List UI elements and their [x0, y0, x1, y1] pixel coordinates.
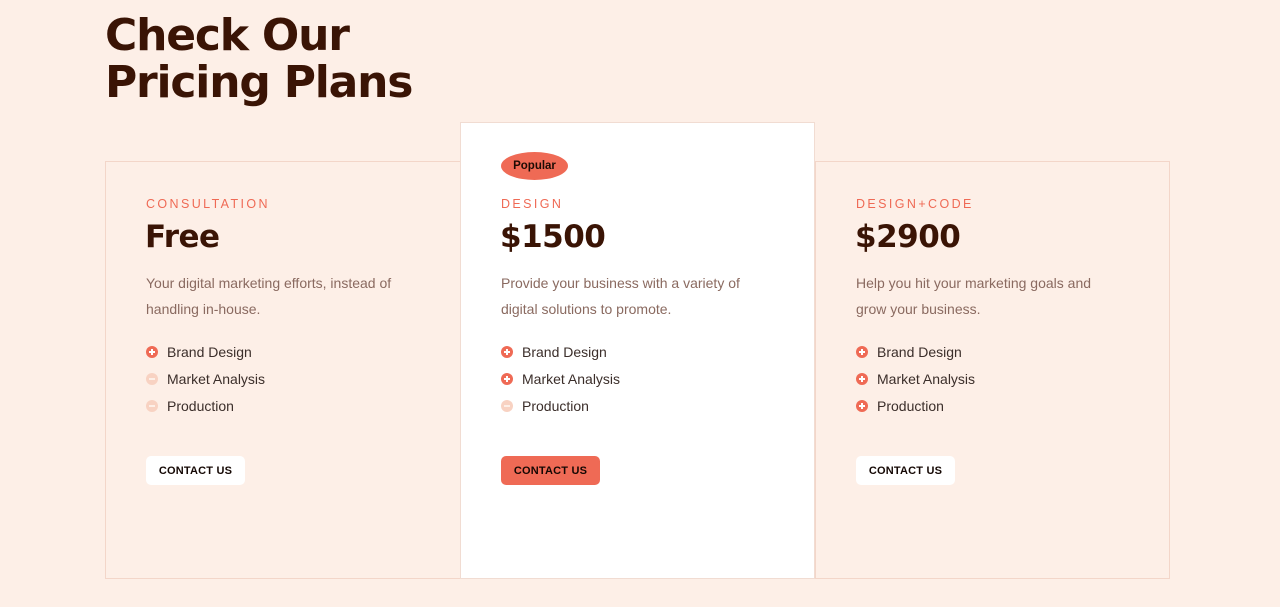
plan-price: $1500	[500, 219, 606, 255]
feature-label: Market Analysis	[167, 370, 266, 387]
feature-label: Brand Design	[167, 343, 252, 360]
feature-item: Production	[146, 392, 265, 419]
feature-list: Brand Design Market Analysis Production	[856, 338, 975, 419]
minus-circle-icon	[501, 399, 513, 412]
pricing-section: Check Our Pricing Plans CONSULTATION Fre…	[0, 0, 1280, 607]
contact-us-button[interactable]: CONTACT US	[146, 456, 245, 485]
plan-description: Your digital marketing efforts, instead …	[146, 275, 392, 317]
feature-label: Brand Design	[877, 343, 962, 360]
feature-item: Market Analysis	[146, 365, 265, 392]
plan-price: Free	[145, 219, 220, 255]
minus-circle-icon	[146, 399, 158, 412]
plus-circle-icon	[501, 345, 513, 358]
plus-circle-icon	[501, 372, 513, 385]
feature-item: Production	[856, 392, 975, 419]
feature-item: Brand Design	[501, 338, 620, 365]
plan-tier: CONSULTATION	[146, 197, 270, 211]
feature-label: Brand Design	[522, 343, 607, 360]
feature-label: Production	[167, 397, 234, 414]
pricing-card-design: Popular DESIGN $1500 Provide your busine…	[460, 122, 815, 579]
feature-item: Production	[501, 392, 620, 419]
contact-us-button[interactable]: CONTACT US	[501, 456, 600, 485]
pricing-card-design-code: DESIGN+CODE $2900 Help you hit your mark…	[815, 161, 1170, 579]
plus-circle-icon	[856, 372, 868, 385]
minus-circle-icon	[146, 372, 158, 385]
plus-circle-icon	[146, 345, 158, 358]
feature-list: Brand Design Market Analysis Production	[146, 338, 265, 419]
feature-label: Market Analysis	[877, 370, 976, 387]
plus-circle-icon	[856, 345, 868, 358]
feature-item: Market Analysis	[501, 365, 620, 392]
plan-description: Help you hit your marketing goals and gr…	[856, 275, 1092, 317]
plan-description: Provide your business with a variety of …	[501, 275, 740, 317]
feature-item: Brand Design	[856, 338, 975, 365]
feature-list: Brand Design Market Analysis Production	[501, 338, 620, 419]
feature-label: Market Analysis	[522, 370, 621, 387]
feature-label: Production	[522, 397, 589, 414]
plus-circle-icon	[856, 399, 868, 412]
feature-item: Brand Design	[146, 338, 265, 365]
pricing-card-consultation: CONSULTATION Free Your digital marketing…	[105, 161, 461, 579]
popular-badge: Popular	[501, 152, 568, 180]
section-title-line-2: Pricing Plans	[105, 57, 413, 108]
section-title-line-1: Check Our	[105, 10, 350, 61]
section-title: Check Our Pricing Plans	[105, 10, 413, 108]
feature-item: Market Analysis	[856, 365, 975, 392]
feature-label: Production	[877, 397, 944, 414]
plan-tier: DESIGN+CODE	[856, 197, 974, 211]
contact-us-button[interactable]: CONTACT US	[856, 456, 955, 485]
plan-price: $2900	[855, 219, 961, 255]
plan-tier: DESIGN	[501, 197, 564, 211]
